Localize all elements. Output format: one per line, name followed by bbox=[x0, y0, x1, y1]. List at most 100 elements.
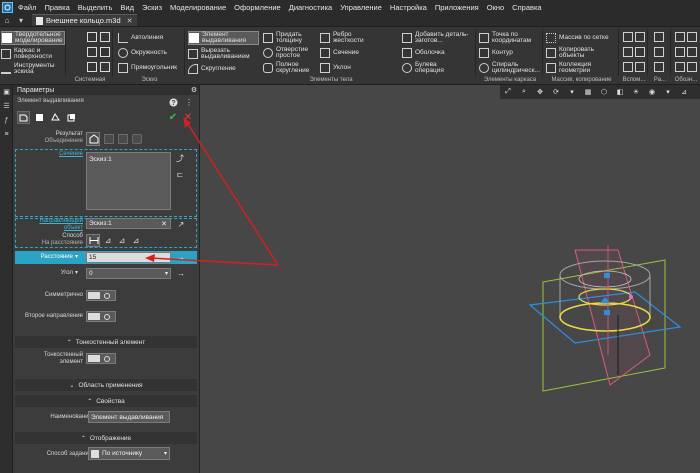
aux-axis-icon[interactable] bbox=[635, 32, 645, 42]
help-icon[interactable]: ? bbox=[168, 97, 178, 107]
cancel-button[interactable]: ✕ bbox=[183, 112, 193, 123]
contour-button[interactable]: Контур bbox=[479, 46, 513, 60]
model-viewport[interactable]: ⤢ ⌕ ✥ ⟳ ▾ ▦ ⬡ ◧ ☀ ◉ ▾ ⊿ bbox=[200, 85, 700, 473]
draft-button[interactable]: Уклон bbox=[320, 61, 351, 75]
dropdown-icon[interactable]: ▾ bbox=[14, 14, 28, 26]
tab-thin-wall[interactable] bbox=[33, 111, 46, 124]
menu-management[interactable]: Управление bbox=[336, 3, 386, 12]
grid-array-button[interactable]: Массив по сетке bbox=[546, 31, 609, 45]
parameters-icon[interactable]: ▣ bbox=[0, 85, 13, 99]
geometry-collection-button[interactable]: Коллекция геометрии bbox=[546, 61, 609, 75]
cut-extrude-button[interactable]: Вырезать выдавливанием bbox=[188, 47, 260, 61]
result-new-body-button[interactable] bbox=[132, 134, 142, 144]
direction-handle[interactable] bbox=[604, 273, 610, 278]
direction-field[interactable]: Эскиз:1 ✕ bbox=[86, 218, 171, 229]
radius-dimension-icon[interactable] bbox=[654, 62, 664, 72]
print-icon[interactable] bbox=[100, 47, 110, 57]
mode-sketch-tools-button[interactable]: Инструменты эскиза bbox=[1, 62, 65, 76]
result-intersect-button[interactable] bbox=[118, 134, 128, 144]
gear-icon[interactable]: ⚙ bbox=[189, 85, 199, 95]
tab-parameters[interactable] bbox=[17, 111, 30, 124]
angle-input[interactable]: 0 ▾ bbox=[86, 268, 171, 279]
properties-section-header[interactable]: ⌃ Свойства bbox=[15, 395, 197, 407]
direction-link-2[interactable]: объект bbox=[64, 225, 83, 232]
scope-section-header[interactable]: ⌄ Область применения bbox=[15, 379, 197, 391]
full-fillet-button[interactable]: Полное скругление bbox=[263, 61, 316, 75]
menu-diagnostics[interactable]: Диагностика bbox=[285, 3, 336, 12]
leader-icon[interactable] bbox=[687, 32, 697, 42]
mode-select-arrow-icon[interactable]: ▾ bbox=[164, 450, 167, 457]
method-to-surface-icon[interactable]: ⊿ bbox=[117, 235, 127, 245]
menu-apps[interactable]: Приложения bbox=[431, 3, 483, 12]
thicken-button[interactable]: Придать толщину bbox=[263, 31, 316, 45]
point-coords-button[interactable]: Точка по координатам bbox=[479, 31, 542, 45]
ok-button[interactable]: ✔ bbox=[168, 112, 178, 123]
name-input[interactable]: Элемент выдавливания bbox=[88, 411, 170, 423]
distance-direction-arrow-icon[interactable]: → bbox=[176, 252, 186, 262]
menu-modeling[interactable]: Моделирование bbox=[166, 3, 230, 12]
add-blank-button[interactable]: Добавить деталь-заготов... bbox=[402, 31, 473, 45]
tab-properties[interactable] bbox=[65, 111, 78, 124]
section-button[interactable]: Сечение bbox=[320, 46, 359, 60]
shell-button[interactable]: Оболочка bbox=[402, 46, 445, 60]
mode-select[interactable]: По источнику ▾ bbox=[88, 447, 170, 460]
angle-combo-arrow-icon[interactable]: ▾ bbox=[165, 270, 168, 277]
tab-scope[interactable] bbox=[49, 111, 62, 124]
pick-direction-icon[interactable]: ↗ bbox=[176, 219, 186, 229]
menu-design[interactable]: Оформление bbox=[230, 3, 285, 12]
menu-sketch[interactable]: Эскиз bbox=[138, 3, 166, 12]
copy-objects-button[interactable]: Копировать объекты bbox=[546, 46, 609, 60]
method-to-nearest-icon[interactable]: ⊿ bbox=[131, 235, 141, 245]
sections-link[interactable]: Сечение bbox=[59, 151, 83, 158]
aux-point-icon[interactable] bbox=[623, 47, 633, 57]
home-icon[interactable]: ⌂ bbox=[0, 14, 14, 26]
circle-button[interactable]: Окружность bbox=[118, 46, 167, 60]
mode-frame-button[interactable]: Каркас и поверхности bbox=[1, 47, 65, 61]
angle-dimension-icon[interactable] bbox=[654, 47, 664, 57]
menu-file[interactable]: Файл bbox=[14, 3, 40, 12]
result-subtract-button[interactable] bbox=[104, 134, 114, 144]
thread-icon[interactable] bbox=[687, 62, 697, 72]
save-icon[interactable] bbox=[87, 47, 97, 57]
copy-icon[interactable] bbox=[87, 62, 97, 72]
tree-icon[interactable]: ☰ bbox=[0, 99, 13, 113]
display-section-header[interactable]: ⌃ Отображение bbox=[15, 432, 197, 444]
direction-link[interactable]: Направляющий bbox=[39, 218, 83, 225]
profile-plane[interactable] bbox=[574, 249, 651, 386]
app-logo-icon[interactable] bbox=[0, 0, 14, 14]
aux-lcs-icon[interactable] bbox=[635, 47, 645, 57]
thin-wall-toggle[interactable] bbox=[86, 353, 116, 364]
origin-handle[interactable] bbox=[604, 310, 610, 315]
tolerance-icon[interactable] bbox=[687, 47, 697, 57]
method-distance-button[interactable] bbox=[86, 234, 100, 247]
fillet-button[interactable]: Скругление bbox=[188, 62, 236, 76]
add-section-icon[interactable]: ⤴ bbox=[175, 153, 185, 163]
sections-list[interactable]: Эскиз:1 bbox=[86, 152, 171, 210]
aux-plane-icon[interactable] bbox=[623, 32, 633, 42]
distance-input[interactable]: 15 bbox=[86, 252, 171, 263]
open-icon[interactable] bbox=[100, 32, 110, 42]
document-tab[interactable]: Внешнее кольцо.m3d ✕ bbox=[32, 14, 137, 26]
roughness-icon[interactable] bbox=[675, 32, 685, 42]
rib-button[interactable]: Ребро жесткости bbox=[320, 31, 373, 45]
second-direction-toggle[interactable] bbox=[86, 311, 116, 322]
extrude-button[interactable]: Элемент выдавливания bbox=[188, 31, 259, 45]
tree-view-icon[interactable]: ⋮ bbox=[184, 97, 194, 107]
menu-view[interactable]: Вид bbox=[116, 3, 138, 12]
distance-dropdown-icon[interactable]: ▾ bbox=[75, 254, 78, 261]
dimension-icon[interactable] bbox=[654, 32, 664, 42]
mark-icon[interactable] bbox=[675, 62, 685, 72]
thin-wall-section-header[interactable]: ⌃ Тонкостенный элемент bbox=[15, 336, 197, 348]
layers-icon[interactable]: ≡ bbox=[0, 127, 13, 141]
result-union-button[interactable] bbox=[86, 132, 100, 146]
edit-section-icon[interactable]: ⊏ bbox=[175, 169, 185, 179]
angle-dropdown-icon[interactable]: ▾ bbox=[75, 270, 78, 277]
spiral-button[interactable]: Спираль цилиндрическ... bbox=[479, 61, 542, 75]
mode-solid-button[interactable]: Твердотельное моделирование bbox=[1, 31, 65, 45]
method-to-vertex-icon[interactable]: ⊿ bbox=[103, 235, 113, 245]
menu-select[interactable]: Выделить bbox=[74, 3, 117, 12]
autoline-button[interactable]: Автолиния bbox=[118, 31, 163, 45]
new-icon[interactable] bbox=[87, 32, 97, 42]
paste-icon[interactable] bbox=[100, 62, 110, 72]
menu-edit[interactable]: Правка bbox=[40, 3, 73, 12]
